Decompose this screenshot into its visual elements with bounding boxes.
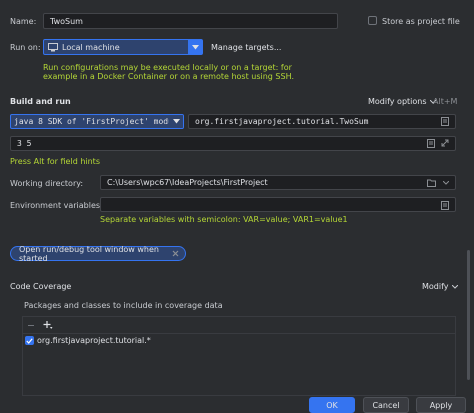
name-label: Name: — [10, 17, 37, 26]
coverage-item-label: org.firstjavaproject.tutorial.* — [37, 336, 151, 345]
sdk-value: java 8 SDK of 'FirstProject' modul — [14, 117, 178, 126]
vertical-scrollbar[interactable] — [467, 250, 470, 380]
manage-targets-link[interactable]: Manage targets... — [211, 43, 281, 52]
modify-options-button[interactable]: Modify options — [368, 97, 436, 106]
chevron-down-icon — [169, 115, 183, 128]
run-on-dropdown[interactable]: Local machine — [43, 39, 203, 55]
list-item[interactable]: org.firstjavaproject.tutorial.* — [25, 336, 151, 345]
browse-document-icon[interactable] — [440, 200, 450, 210]
run-on-hint-line2: example in a Docker Container or on a re… — [43, 72, 294, 81]
program-arguments-input[interactable]: 3 5 — [10, 136, 456, 151]
run-on-label: Run on: — [10, 43, 41, 52]
expand-icon[interactable] — [440, 138, 450, 148]
remove-icon[interactable] — [28, 325, 34, 326]
coverage-modify-button[interactable]: Modify — [422, 282, 458, 291]
run-on-value: Local machine — [62, 42, 120, 52]
browse-document-icon[interactable] — [426, 138, 436, 148]
open-tool-window-label: Open run/debug tool window when started — [19, 244, 159, 263]
working-directory-input[interactable]: C:\Users\wpc67\IdeaProjects\FirstProject — [100, 175, 456, 190]
environment-variables-hint: Separate variables with semicolon: VAR=v… — [100, 215, 348, 224]
environment-variables-label: Environment variables: — [10, 201, 103, 210]
coverage-packages-label: Packages and classes to include in cover… — [24, 301, 223, 310]
code-coverage-title: Code Coverage — [10, 282, 72, 291]
list-toolbar-divider — [23, 333, 455, 334]
coverage-modify-label: Modify — [422, 282, 449, 291]
chevron-down-icon — [451, 284, 458, 289]
store-as-project-file-label: Store as project file — [382, 17, 460, 26]
browse-document-icon[interactable] — [440, 116, 450, 126]
store-as-project-file-checkbox[interactable] — [368, 16, 377, 25]
coverage-packages-list: org.firstjavaproject.tutorial.* — [22, 316, 456, 396]
chevron-down-icon[interactable] — [441, 178, 451, 188]
open-tool-window-tag[interactable]: Open run/debug tool window when started — [10, 244, 186, 263]
coverage-item-checkbox[interactable] — [25, 336, 34, 345]
add-icon[interactable] — [43, 320, 53, 332]
ok-button[interactable]: OK — [309, 397, 355, 413]
environment-variables-input[interactable] — [100, 197, 456, 212]
close-icon[interactable] — [172, 250, 179, 257]
computer-icon — [48, 42, 58, 52]
modify-options-label: Modify options — [368, 97, 427, 106]
field-hints-text: Press Alt for field hints — [10, 157, 100, 166]
cancel-button[interactable]: Cancel — [363, 397, 409, 413]
build-and-run-title: Build and run — [10, 97, 71, 106]
name-input[interactable]: TwoSum — [43, 13, 338, 29]
main-class-input[interactable]: org.firstjavaproject.tutorial.TwoSum — [188, 114, 456, 129]
folder-icon[interactable] — [426, 178, 436, 188]
sdk-dropdown[interactable]: java 8 SDK of 'FirstProject' modul — [10, 114, 184, 129]
chevron-down-icon — [188, 40, 202, 54]
apply-button[interactable]: Apply — [416, 397, 466, 413]
modify-options-shortcut: Alt+M — [433, 97, 458, 106]
working-directory-label: Working directory: — [10, 179, 84, 188]
run-on-hint-line1: Run configurations may be executed local… — [43, 63, 292, 72]
